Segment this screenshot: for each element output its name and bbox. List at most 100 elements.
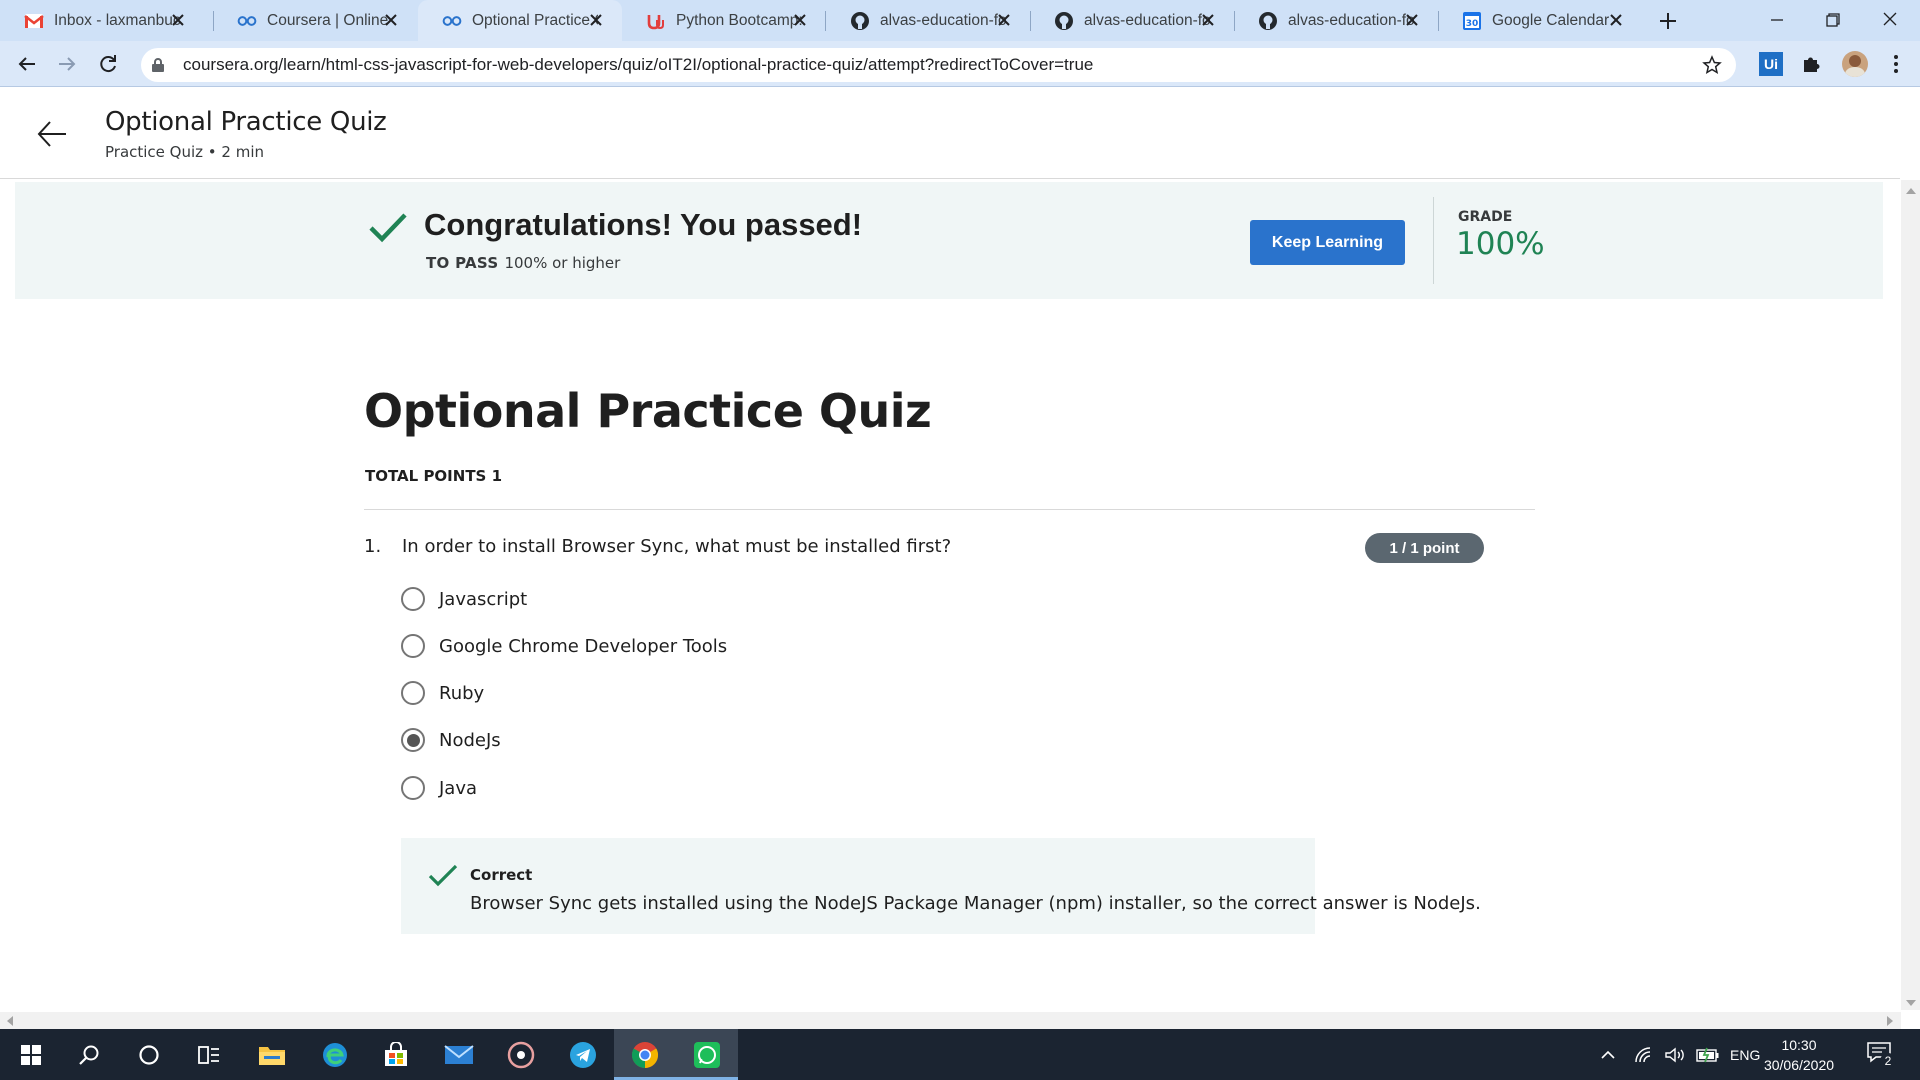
- github-icon: [1258, 11, 1278, 31]
- scroll-down-arrow-icon[interactable]: [1906, 1000, 1916, 1006]
- result-banner: Congratulations! You passed! TO PASS 100%…: [15, 182, 1883, 299]
- keep-learning-button[interactable]: Keep Learning: [1250, 220, 1405, 265]
- back-arrow-icon[interactable]: [36, 118, 68, 150]
- close-window-icon[interactable]: [1877, 8, 1903, 32]
- close-tab-icon[interactable]: [996, 12, 1012, 28]
- github-icon: [1054, 11, 1074, 31]
- chrome-menu-icon[interactable]: [1884, 52, 1908, 76]
- new-tab-icon[interactable]: [1655, 8, 1681, 34]
- radio-button-selected[interactable]: [401, 728, 425, 752]
- tab-title: Python Bootcamp:: [676, 11, 802, 29]
- answer-option-label: Java: [439, 777, 478, 799]
- answer-feedback: Correct Browser Sync gets installed usin…: [401, 838, 1481, 934]
- tab-title: alvas-education-fo: [880, 11, 1006, 29]
- chrome-icon[interactable]: [614, 1029, 676, 1080]
- close-tab-icon[interactable]: [588, 12, 604, 28]
- back-icon[interactable]: [15, 52, 39, 76]
- browser-tab-github-1[interactable]: alvas-education-fo: [826, 0, 1030, 41]
- lock-icon[interactable]: [151, 57, 165, 73]
- close-tab-icon[interactable]: [170, 12, 186, 28]
- quiz-title: Optional Practice Quiz: [364, 384, 932, 438]
- check-icon: [428, 864, 458, 887]
- battery-charging-icon[interactable]: [1696, 1047, 1720, 1063]
- windows-start-icon[interactable]: [0, 1029, 62, 1080]
- clock-time: 10:30: [1781, 1037, 1817, 1053]
- address-bar[interactable]: coursera.org/learn/html-css-javascript-f…: [141, 48, 1736, 82]
- grade-label: GRADE: [1458, 209, 1513, 225]
- tab-title: Inbox - laxmanbuc: [54, 11, 180, 29]
- cortana-icon[interactable]: [118, 1029, 180, 1080]
- extensions-puzzle-icon[interactable]: [1800, 52, 1824, 76]
- udemy-icon: [646, 11, 666, 31]
- close-tab-icon[interactable]: [792, 12, 808, 28]
- result-headline: Congratulations! You passed!: [424, 207, 863, 242]
- browser-tab-google-calendar[interactable]: 30 Google Calendar -: [1438, 0, 1642, 41]
- question-text: In order to install Browser Sync, what m…: [402, 536, 952, 557]
- store-icon[interactable]: [365, 1029, 427, 1080]
- browser-tab-github-3[interactable]: alvas-education-fo: [1234, 0, 1438, 41]
- answer-option[interactable]: Javascript: [401, 585, 527, 613]
- tab-title: Optional Practice C: [472, 11, 598, 29]
- whatsapp-icon[interactable]: [676, 1029, 738, 1080]
- gmail-icon: [24, 11, 44, 31]
- uipath-extension-icon[interactable]: Ui: [1759, 52, 1783, 76]
- minimize-window-icon[interactable]: [1764, 8, 1790, 32]
- browser-tab-github-2[interactable]: alvas-education-fo: [1030, 0, 1234, 41]
- browser-tab-udemy[interactable]: Python Bootcamp:: [622, 0, 826, 41]
- scroll-left-arrow-icon[interactable]: [7, 1016, 13, 1026]
- check-icon: [369, 213, 407, 243]
- tab-title: Coursera | Online C: [267, 11, 393, 29]
- horizontal-scrollbar[interactable]: [0, 1012, 1901, 1029]
- forward-icon[interactable]: [55, 52, 79, 76]
- tab-title: alvas-education-fo: [1288, 11, 1414, 29]
- answer-option-label: Google Chrome Developer Tools: [439, 635, 728, 657]
- reload-icon[interactable]: [96, 52, 120, 76]
- show-hidden-icons-chevron-icon[interactable]: [1600, 1048, 1616, 1062]
- system-tray: ENG: [1600, 1029, 1760, 1080]
- vertical-scrollbar[interactable]: [1901, 180, 1920, 1010]
- clock-date: 30/06/2020: [1763, 1057, 1835, 1073]
- radio-button[interactable]: [401, 681, 425, 705]
- mail-icon[interactable]: [428, 1029, 490, 1080]
- bookmark-star-icon[interactable]: [1702, 55, 1722, 75]
- taskbar-clock[interactable]: 10:30 30/06/2020: [1754, 1035, 1844, 1075]
- file-explorer-icon[interactable]: [241, 1029, 303, 1080]
- url-text[interactable]: coursera.org/learn/html-css-javascript-f…: [183, 55, 1093, 75]
- radio-button[interactable]: [401, 776, 425, 800]
- browser-toolbar: coursera.org/learn/html-css-javascript-f…: [0, 41, 1920, 87]
- radio-button[interactable]: [401, 587, 425, 611]
- total-points: TOTAL POINTS 1: [365, 467, 503, 485]
- profile-avatar[interactable]: [1842, 51, 1868, 77]
- coursera-icon: [237, 11, 257, 31]
- wifi-icon[interactable]: [1634, 1046, 1654, 1064]
- answer-option-label: Javascript: [439, 588, 528, 610]
- answer-option[interactable]: Java: [401, 774, 477, 802]
- restore-window-icon[interactable]: [1820, 8, 1846, 32]
- browser-tab-optional-quiz[interactable]: Optional Practice C: [418, 0, 622, 41]
- answer-option[interactable]: Google Chrome Developer Tools: [401, 632, 727, 660]
- answer-option-selected[interactable]: NodeJs: [401, 726, 501, 754]
- coursera-icon: [442, 11, 462, 31]
- answer-option[interactable]: Ruby: [401, 679, 484, 707]
- to-pass-value: 100% or higher: [504, 254, 621, 272]
- browser-tab-gmail[interactable]: Inbox - laxmanbuc: [0, 0, 204, 41]
- task-view-icon[interactable]: [178, 1029, 240, 1080]
- radio-button[interactable]: [401, 634, 425, 658]
- close-tab-icon[interactable]: [1608, 12, 1624, 28]
- scroll-right-arrow-icon[interactable]: [1887, 1016, 1893, 1026]
- telegram-icon[interactable]: [552, 1029, 614, 1080]
- score-badge: 1 / 1 point: [1365, 533, 1484, 563]
- windows-taskbar: ENG 10:30 30/06/2020 2: [0, 1029, 1920, 1080]
- action-center-icon[interactable]: 2: [1866, 1041, 1896, 1069]
- browser-tab-coursera-home[interactable]: Coursera | Online C: [213, 0, 417, 41]
- groove-music-icon[interactable]: [490, 1029, 552, 1080]
- volume-icon[interactable]: [1664, 1046, 1686, 1064]
- item-subtitle: Practice Quiz • 2 min: [105, 143, 265, 161]
- close-tab-icon[interactable]: [383, 12, 399, 28]
- scroll-up-arrow-icon[interactable]: [1906, 188, 1916, 194]
- close-tab-icon[interactable]: [1404, 12, 1420, 28]
- close-tab-icon[interactable]: [1200, 12, 1216, 28]
- search-icon[interactable]: [58, 1029, 120, 1080]
- item-title: Optional Practice Quiz: [105, 107, 387, 137]
- edge-icon[interactable]: [304, 1029, 366, 1080]
